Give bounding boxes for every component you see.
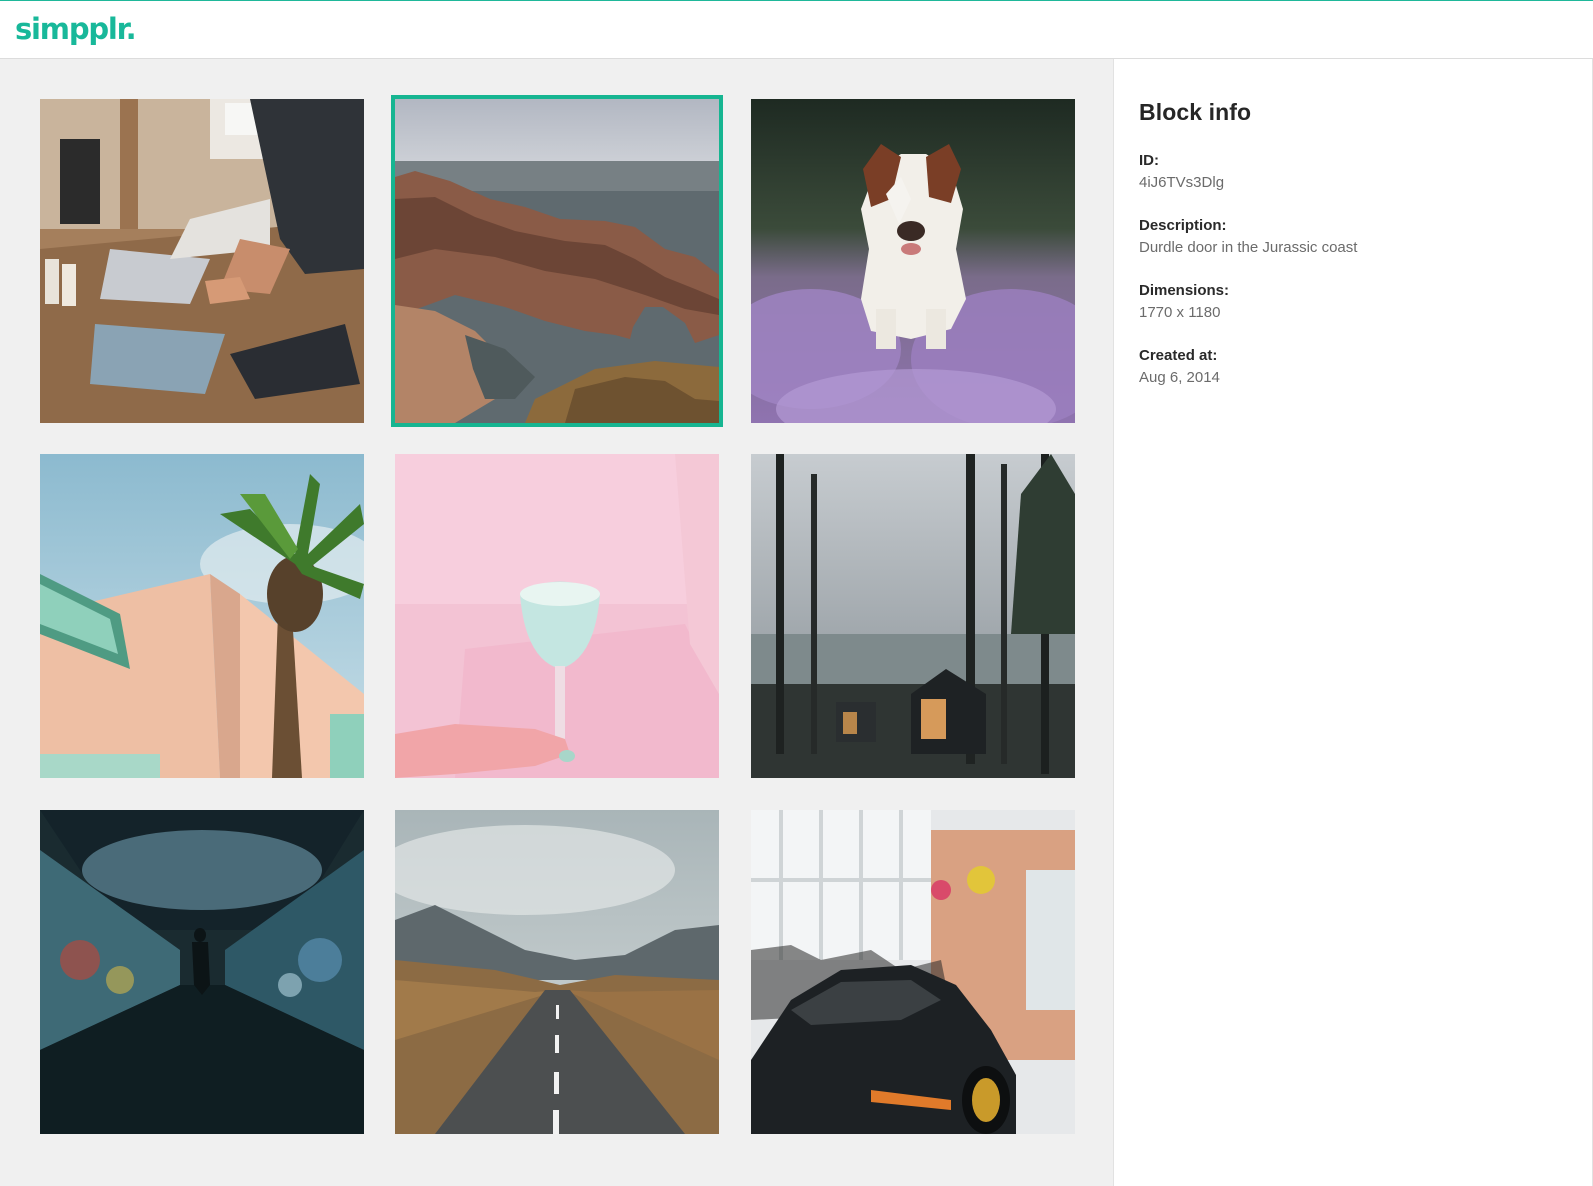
top-bar: simpplr.: [0, 0, 1593, 59]
gallery-image-dog-lavender[interactable]: [751, 99, 1075, 423]
id-label: ID:: [1139, 152, 1159, 169]
simpplr-logo[interactable]: simpplr.: [15, 15, 137, 44]
created-at-label: Created at:: [1139, 347, 1218, 364]
dimensions-label: Dimensions:: [1139, 282, 1230, 299]
dimensions-value: 1770 x 1180: [1139, 304, 1221, 321]
gallery-image-mountain-road[interactable]: [395, 810, 719, 1134]
id-value: 4iJ6TVs3Dlg: [1139, 174, 1225, 191]
id-field: ID: 4iJ6TVs3Dlg: [1139, 150, 1568, 194]
description-field: Description: Durdle door in the Jurassic…: [1139, 215, 1568, 259]
created-at-value: Aug 6, 2014: [1139, 369, 1220, 386]
description-label: Description:: [1139, 217, 1227, 234]
block-info-title: Block info: [1139, 99, 1252, 125]
gallery-image-sports-car[interactable]: [751, 810, 1075, 1134]
gallery-image-forest-cabin[interactable]: [751, 454, 1075, 778]
gallery-image-pink-cocktail[interactable]: [395, 454, 719, 778]
created-at-field: Created at: Aug 6, 2014: [1139, 345, 1568, 389]
description-value: Durdle door in the Jurassic coast: [1139, 239, 1358, 256]
dimensions-field: Dimensions: 1770 x 1180: [1139, 280, 1568, 324]
image-gallery: [0, 59, 1113, 1186]
gallery-image-desk[interactable]: [40, 99, 364, 423]
gallery-image-graffiti-tunnel[interactable]: [40, 810, 364, 1134]
gallery-image-sea-arch[interactable]: [391, 95, 723, 427]
gallery-image-palm-tree[interactable]: [40, 454, 364, 778]
block-info-panel: Block info ID: 4iJ6TVs3Dlg Description: …: [1113, 59, 1593, 1186]
